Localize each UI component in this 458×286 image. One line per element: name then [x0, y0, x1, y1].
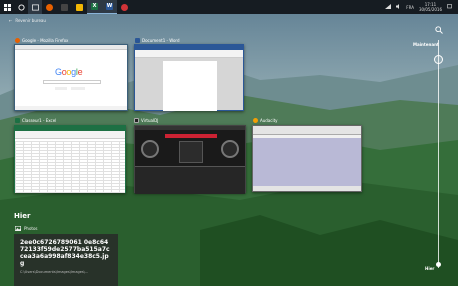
timeline-yesterday-label[interactable]: Hier — [425, 266, 434, 271]
virtualdj-window-thumbnail[interactable] — [134, 125, 246, 194]
vdj-browser — [135, 166, 245, 194]
media-taskbar-icon[interactable] — [117, 0, 132, 14]
network-icon[interactable] — [385, 4, 392, 10]
language-indicator[interactable]: FRA — [406, 5, 414, 10]
firefox-toolbar — [15, 45, 127, 50]
audacity-statusbar — [253, 186, 361, 191]
firefox-taskbar-icon[interactable] — [42, 0, 57, 14]
right-deck-jog — [221, 140, 239, 158]
timeline-search-icon[interactable] — [435, 26, 443, 34]
audacity-window-thumbnail[interactable] — [252, 125, 362, 192]
start-icon[interactable] — [0, 0, 14, 14]
word-taskbar-icon[interactable]: W — [102, 0, 117, 14]
photo-path: C:\Users\Documents\Images\Images\... — [20, 270, 89, 274]
clock-date: 30/05/2016 — [418, 7, 442, 12]
section-title-yesterday: Hier — [14, 212, 31, 220]
google-logo: Google — [55, 67, 83, 77]
back-link-label: Revenir bureau — [15, 18, 46, 23]
audacity-window-title[interactable]: Audacity — [253, 118, 278, 123]
photos-icon — [15, 226, 21, 231]
firefox-window-title[interactable]: Google - Mozilla Firefox — [15, 38, 68, 43]
activity-card-photo[interactable]: 2ee0c6726789061 0e8c6472133f59de2577ba51… — [14, 234, 118, 286]
audacity-track-area — [253, 138, 361, 188]
volume-icon[interactable] — [396, 4, 401, 10]
word-ribbon — [135, 50, 243, 58]
google-footer — [15, 106, 127, 110]
excel-icon — [15, 118, 20, 123]
excel-taskbar-icon[interactable]: X — [87, 0, 102, 14]
left-deck-jog — [141, 140, 159, 158]
word-window-title[interactable]: Document1 - Word — [135, 38, 180, 43]
search-button — [55, 87, 67, 90]
word-page — [163, 61, 217, 111]
firefox-window-thumbnail[interactable]: Google — [14, 44, 128, 111]
cmd-taskbar-icon[interactable] — [57, 0, 72, 14]
excel-window-thumbnail[interactable] — [14, 125, 126, 193]
taskbar: X W FRA 17:11 30/05/2016 — [0, 0, 458, 14]
google-search-box — [43, 80, 101, 84]
word-icon — [135, 38, 140, 43]
system-tray: FRA 17:11 30/05/2016 — [385, 2, 458, 12]
word-window-thumbnail[interactable] — [134, 44, 244, 111]
mixer-panel — [179, 141, 203, 163]
lucky-button — [71, 87, 85, 90]
virtualdj-icon — [134, 118, 139, 123]
notifications-icon[interactable] — [447, 4, 452, 10]
vdj-topbar — [135, 126, 245, 130]
search-taskbar-icon[interactable] — [14, 0, 28, 14]
timeline-track[interactable] — [438, 40, 439, 268]
excel-grid — [15, 141, 125, 193]
photo-filename: 2ee0c6726789061 0e8c6472133f59de2577ba51… — [20, 239, 110, 267]
audacity-icon — [253, 118, 258, 123]
task-view-icon[interactable] — [28, 0, 42, 14]
excel-window-title[interactable]: Classeur1 - Excel — [15, 118, 56, 123]
excel-ribbon — [15, 131, 125, 139]
back-to-desktop-link[interactable]: ← Revenir bureau — [9, 18, 46, 23]
timeline-scrubber-handle[interactable] — [434, 55, 443, 64]
timeline-yesterday-dot[interactable] — [436, 262, 441, 267]
firefox-icon — [15, 38, 20, 43]
timeline-now-label[interactable]: Maintenant — [413, 42, 439, 47]
waveform-bar — [165, 134, 217, 138]
photos-app-label: Photos — [15, 226, 38, 231]
back-arrow-icon: ← — [9, 18, 13, 23]
clock[interactable]: 17:11 30/05/2016 — [419, 2, 442, 12]
file-explorer-taskbar-icon[interactable] — [72, 0, 87, 14]
virtualdj-window-title[interactable]: VirtualDJ — [134, 118, 158, 123]
audacity-toolbar — [253, 126, 361, 135]
